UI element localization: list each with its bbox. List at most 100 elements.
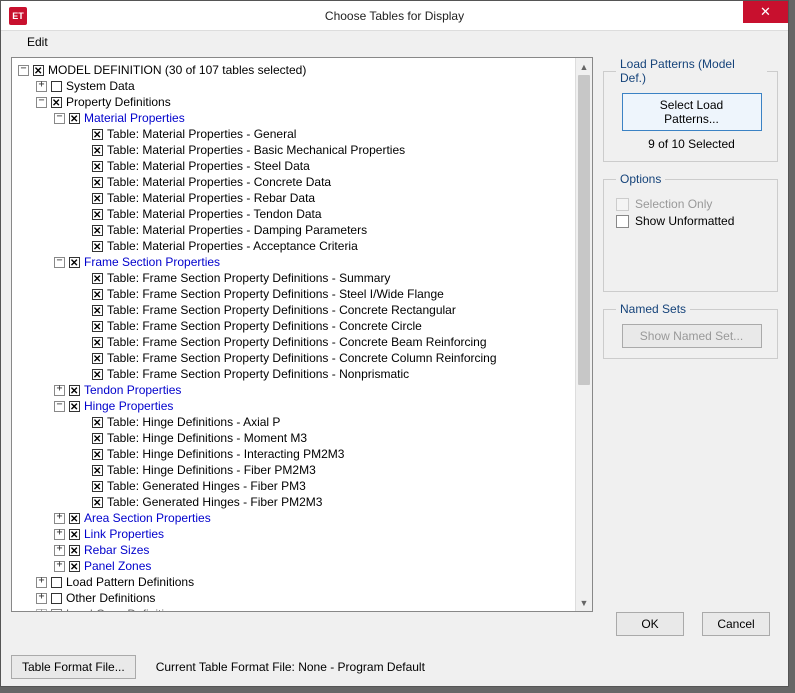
tree-leaf: Table: Frame Section Property Definition… [14, 286, 573, 302]
checkbox[interactable] [92, 449, 103, 460]
node-label[interactable]: Area Section Properties [84, 510, 211, 526]
checkbox[interactable] [69, 401, 80, 412]
node-label[interactable]: Table: Hinge Definitions - Axial P [107, 414, 280, 430]
node-label[interactable]: Table: Hinge Definitions - Fiber PM2M3 [107, 462, 316, 478]
checkbox[interactable] [69, 385, 80, 396]
node-label[interactable]: Table: Material Properties - Steel Data [107, 158, 310, 174]
checkbox[interactable] [51, 609, 62, 612]
toggle-icon[interactable] [36, 609, 47, 612]
scroll-up-icon[interactable]: ▲ [576, 58, 592, 75]
checkbox[interactable] [92, 465, 103, 476]
tree-scroll[interactable]: MODEL DEFINITION (30 of 107 tables selec… [12, 58, 575, 611]
node-label[interactable]: System Data [66, 78, 135, 94]
checkbox[interactable] [69, 561, 80, 572]
node-label[interactable]: Table: Material Properties - General [107, 126, 296, 142]
checkbox[interactable] [51, 577, 62, 588]
node-label[interactable]: Table: Frame Section Property Definition… [107, 302, 456, 318]
checkbox[interactable] [92, 289, 103, 300]
checkbox[interactable] [92, 433, 103, 444]
toggle-icon[interactable] [54, 513, 65, 524]
node-label[interactable]: Table: Material Properties - Basic Mecha… [107, 142, 405, 158]
toggle-icon[interactable] [36, 577, 47, 588]
checkbox[interactable] [69, 113, 80, 124]
scroll-thumb[interactable] [578, 75, 590, 385]
toggle-icon[interactable] [54, 113, 65, 124]
tree-leaf: Table: Material Properties - Rebar Data [14, 190, 573, 206]
toggle-icon[interactable] [54, 385, 65, 396]
node-label[interactable]: Property Definitions [66, 94, 171, 110]
toggle-icon[interactable] [36, 593, 47, 604]
checkbox[interactable] [92, 321, 103, 332]
node-label[interactable]: Table: Generated Hinges - Fiber PM3 [107, 478, 306, 494]
checkbox[interactable] [92, 497, 103, 508]
checkbox[interactable] [92, 369, 103, 380]
toggle-icon[interactable] [54, 257, 65, 268]
checkbox[interactable] [33, 65, 44, 76]
checkbox[interactable] [92, 161, 103, 172]
checkbox[interactable] [92, 417, 103, 428]
vertical-scrollbar[interactable]: ▲ ▼ [575, 58, 592, 611]
node-label[interactable]: Table: Material Properties - Acceptance … [107, 238, 358, 254]
node-label[interactable]: Table: Frame Section Property Definition… [107, 366, 409, 382]
node-label[interactable]: Hinge Properties [84, 398, 173, 414]
checkbox[interactable] [92, 177, 103, 188]
scroll-down-icon[interactable]: ▼ [576, 594, 592, 611]
checkbox[interactable] [92, 209, 103, 220]
checkbox[interactable] [92, 241, 103, 252]
checkbox[interactable] [92, 193, 103, 204]
checkbox[interactable] [69, 545, 80, 556]
node-label[interactable]: Table: Frame Section Property Definition… [107, 334, 487, 350]
checkbox[interactable] [51, 97, 62, 108]
checkbox[interactable] [92, 481, 103, 492]
checkbox[interactable] [69, 529, 80, 540]
node-label[interactable]: MODEL DEFINITION (30 of 107 tables selec… [48, 62, 306, 78]
node-label[interactable]: Table: Frame Section Property Definition… [107, 350, 497, 366]
checkbox[interactable] [92, 225, 103, 236]
checkbox[interactable] [92, 353, 103, 364]
toggle-icon[interactable] [54, 561, 65, 572]
checkbox[interactable] [69, 513, 80, 524]
node-label[interactable]: Load Case Definitions [66, 606, 183, 611]
node-label[interactable]: Tendon Properties [84, 382, 181, 398]
checkbox[interactable] [92, 337, 103, 348]
toggle-icon[interactable] [18, 65, 29, 76]
node-label[interactable]: Link Properties [84, 526, 164, 542]
checkbox[interactable] [69, 257, 80, 268]
table-format-file-button[interactable]: Table Format File... [11, 655, 136, 679]
node-label[interactable]: Load Pattern Definitions [66, 574, 194, 590]
toggle-icon[interactable] [54, 401, 65, 412]
node-label[interactable]: Table: Material Properties - Concrete Da… [107, 174, 331, 190]
node-label[interactable]: Table: Frame Section Property Definition… [107, 270, 390, 286]
node-label[interactable]: Material Properties [84, 110, 185, 126]
checkbox[interactable] [51, 81, 62, 92]
close-button[interactable]: ✕ [743, 1, 788, 23]
node-label[interactable]: Panel Zones [84, 558, 151, 574]
checkbox[interactable] [92, 273, 103, 284]
checkbox[interactable] [92, 129, 103, 140]
checkbox-show-unformatted[interactable] [616, 215, 629, 228]
node-label[interactable]: Table: Hinge Definitions - Moment M3 [107, 430, 307, 446]
toggle-icon[interactable] [36, 81, 47, 92]
checkbox[interactable] [92, 145, 103, 156]
node-label[interactable]: Table: Material Properties - Damping Par… [107, 222, 367, 238]
node-label[interactable]: Table: Material Properties - Rebar Data [107, 190, 315, 206]
tree-leaf: Table: Material Properties - Basic Mecha… [14, 142, 573, 158]
node-label[interactable]: Other Definitions [66, 590, 155, 606]
cancel-button[interactable]: Cancel [702, 612, 770, 636]
node-label[interactable]: Table: Hinge Definitions - Interacting P… [107, 446, 344, 462]
node-label[interactable]: Rebar Sizes [84, 542, 149, 558]
ok-button[interactable]: OK [616, 612, 684, 636]
checkbox[interactable] [51, 593, 62, 604]
node-label[interactable]: Table: Frame Section Property Definition… [107, 318, 422, 334]
select-load-patterns-button[interactable]: Select Load Patterns... [622, 93, 762, 131]
tree-node-material-properties: Material Properties [14, 110, 573, 126]
node-label[interactable]: Table: Generated Hinges - Fiber PM2M3 [107, 494, 322, 510]
toggle-icon[interactable] [54, 529, 65, 540]
toggle-icon[interactable] [54, 545, 65, 556]
menu-edit[interactable]: Edit [21, 33, 54, 51]
checkbox[interactable] [92, 305, 103, 316]
toggle-icon[interactable] [36, 97, 47, 108]
node-label[interactable]: Table: Frame Section Property Definition… [107, 286, 444, 302]
node-label[interactable]: Frame Section Properties [84, 254, 220, 270]
node-label[interactable]: Table: Material Properties - Tendon Data [107, 206, 322, 222]
